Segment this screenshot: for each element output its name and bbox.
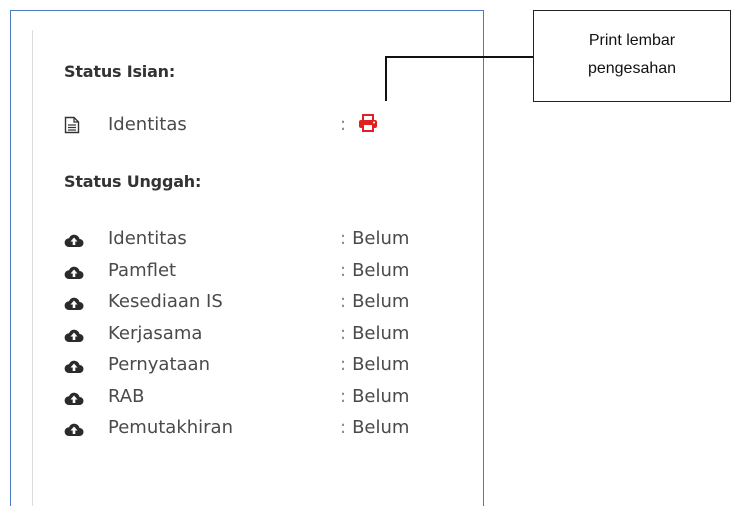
colon: : (340, 228, 347, 249)
colon: : (340, 291, 347, 312)
unggah-label: Pamflet (108, 259, 177, 281)
unggah-label: Pemutakhiran (108, 417, 233, 438)
unggah-label: Kerjasama (108, 322, 203, 344)
unggah-row: Identitas: Belum (64, 226, 464, 252)
unggah-label: Identitas (108, 228, 187, 249)
unggah-row: Pemutakhiran: Belum (64, 415, 464, 441)
unggah-value: : Belum (340, 289, 409, 315)
print-icon[interactable] (358, 114, 378, 140)
upload-status: Belum (352, 385, 410, 407)
isian-value: : (340, 112, 378, 140)
unggah-row: Pamflet: Belum (64, 258, 464, 284)
colon: : (340, 114, 347, 135)
unggah-row: Kesediaan IS: Belum (64, 289, 464, 315)
upload-status: Belum (352, 354, 410, 375)
colon: : (340, 417, 347, 438)
cloud-upload-icon (64, 388, 84, 406)
isian-label: Identitas (108, 114, 187, 135)
cloud-upload-icon (64, 356, 84, 374)
cloud-upload-icon (64, 419, 84, 437)
upload-status: Belum (352, 322, 410, 344)
unggah-label: Kesediaan IS (108, 291, 223, 312)
panel-divider (32, 30, 33, 506)
unggah-value: : Belum (340, 258, 409, 284)
unggah-row: Kerjasama: Belum (64, 321, 464, 347)
cloud-upload-icon (64, 230, 84, 248)
status-isian-heading: Status Isian: (64, 62, 176, 81)
upload-status: Belum (352, 259, 410, 281)
callout-line1: Print lembar (588, 32, 676, 49)
unggah-value: : Belum (340, 321, 409, 347)
unggah-label: RAB (108, 385, 145, 407)
unggah-value: : Belum (340, 384, 409, 410)
upload-status: Belum (352, 417, 410, 438)
unggah-label: Pernyataan (108, 354, 210, 375)
cloud-upload-icon (64, 325, 84, 343)
upload-status: Belum (352, 228, 410, 249)
unggah-value: : Belum (340, 352, 409, 378)
cloud-upload-icon (64, 262, 84, 280)
isian-row-identitas: Identitas : (64, 112, 464, 138)
colon: : (340, 385, 347, 407)
upload-status: Belum (352, 291, 410, 312)
cloud-upload-icon (64, 293, 84, 311)
colon: : (340, 354, 347, 375)
unggah-row: Pernyataan: Belum (64, 352, 464, 378)
unggah-row: RAB: Belum (64, 384, 464, 410)
callout-box: Print lembar pengesahan (533, 10, 731, 102)
unggah-value: : Belum (340, 415, 409, 441)
document-icon (64, 116, 84, 134)
status-unggah-heading: Status Unggah: (64, 172, 202, 191)
unggah-value: : Belum (340, 226, 409, 252)
colon: : (340, 259, 347, 281)
colon: : (340, 322, 347, 344)
callout-line2: pengesahan (587, 60, 677, 77)
